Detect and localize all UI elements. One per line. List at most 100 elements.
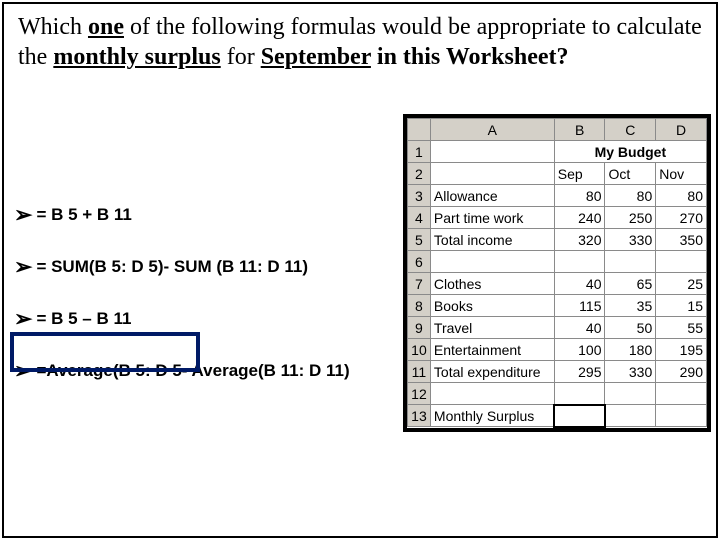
cell: 55 <box>656 317 707 339</box>
cell: Nov <box>656 163 707 185</box>
cell <box>605 383 656 405</box>
selected-cell[interactable] <box>554 405 605 427</box>
cell: 250 <box>605 207 656 229</box>
table-row: 8 Books 115 35 15 <box>408 295 707 317</box>
cell: Part time work <box>430 207 554 229</box>
cell: Clothes <box>430 273 554 295</box>
col-header-A: A <box>430 119 554 141</box>
row-header: 12 <box>408 383 431 405</box>
cell: Total expenditure <box>430 361 554 383</box>
budget-title: My Budget <box>554 141 706 163</box>
cell: Entertainment <box>430 339 554 361</box>
question-september: September <box>261 44 371 70</box>
cell <box>430 251 554 273</box>
table-row: 1 My Budget <box>408 141 707 163</box>
cell: 40 <box>554 273 605 295</box>
cell: Books <box>430 295 554 317</box>
option-c[interactable]: ➢ = B 5 – B 11 <box>14 308 394 330</box>
table-row: 6 <box>408 251 707 273</box>
cell: 320 <box>554 229 605 251</box>
cell: 270 <box>656 207 707 229</box>
column-header-row: A B C D <box>408 119 707 141</box>
question-text: Which one of the following formulas woul… <box>4 4 716 72</box>
spreadsheet-container: A B C D 1 My Budget 2 Sep Oct Nov 3 Allo… <box>403 114 711 432</box>
question-one: one <box>88 14 124 40</box>
option-a-text: = B 5 + B 11 <box>36 205 131 225</box>
cell <box>605 251 656 273</box>
bullet-arrow-icon: ➢ <box>14 308 32 330</box>
cell: 240 <box>554 207 605 229</box>
row-header: 6 <box>408 251 431 273</box>
option-b-text: = SUM(B 5: D 5)- SUM (B 11: D 11) <box>36 257 308 277</box>
row-header: 9 <box>408 317 431 339</box>
cell <box>430 163 554 185</box>
cell <box>605 405 656 427</box>
answer-options: ➢ = B 5 + B 11 ➢ = SUM(B 5: D 5)- SUM (B… <box>14 204 394 412</box>
cell: 80 <box>656 185 707 207</box>
col-header-C: C <box>605 119 656 141</box>
row-header: 5 <box>408 229 431 251</box>
row-header: 4 <box>408 207 431 229</box>
table-row: 10 Entertainment 100 180 195 <box>408 339 707 361</box>
corner-cell <box>408 119 431 141</box>
cell: 195 <box>656 339 707 361</box>
cell <box>656 251 707 273</box>
cell: Monthly Surplus <box>430 405 554 427</box>
cell: 40 <box>554 317 605 339</box>
cell: 65 <box>605 273 656 295</box>
table-row: 4 Part time work 240 250 270 <box>408 207 707 229</box>
cell: 115 <box>554 295 605 317</box>
col-header-B: B <box>554 119 605 141</box>
option-a[interactable]: ➢ = B 5 + B 11 <box>14 204 394 226</box>
question-prefix: Which <box>18 14 88 40</box>
row-header: 11 <box>408 361 431 383</box>
cell: Sep <box>554 163 605 185</box>
table-row: 2 Sep Oct Nov <box>408 163 707 185</box>
cell <box>430 141 554 163</box>
cell: 100 <box>554 339 605 361</box>
row-header: 1 <box>408 141 431 163</box>
cell: 15 <box>656 295 707 317</box>
row-header: 7 <box>408 273 431 295</box>
bullet-arrow-icon: ➢ <box>14 204 32 226</box>
table-row: 12 <box>408 383 707 405</box>
spreadsheet: A B C D 1 My Budget 2 Sep Oct Nov 3 Allo… <box>407 118 707 428</box>
cell: Oct <box>605 163 656 185</box>
table-row: 11 Total expenditure 295 330 290 <box>408 361 707 383</box>
cell: 80 <box>605 185 656 207</box>
row-header: 13 <box>408 405 431 427</box>
col-header-D: D <box>656 119 707 141</box>
cell: 35 <box>605 295 656 317</box>
cell: 25 <box>656 273 707 295</box>
row-header: 3 <box>408 185 431 207</box>
option-c-text: = B 5 – B 11 <box>36 309 131 329</box>
cell <box>430 383 554 405</box>
table-row: 13 Monthly Surplus <box>408 405 707 427</box>
table-row: 5 Total income 320 330 350 <box>408 229 707 251</box>
cell <box>656 383 707 405</box>
cell: 50 <box>605 317 656 339</box>
cell: 350 <box>656 229 707 251</box>
cell: Travel <box>430 317 554 339</box>
correct-answer-box <box>10 332 200 372</box>
question-monthly-surplus: monthly surplus <box>53 44 220 70</box>
row-header: 10 <box>408 339 431 361</box>
cell: 330 <box>605 361 656 383</box>
cell: Allowance <box>430 185 554 207</box>
question-mid2: for <box>221 44 261 70</box>
cell <box>554 383 605 405</box>
option-b[interactable]: ➢ = SUM(B 5: D 5)- SUM (B 11: D 11) <box>14 256 394 278</box>
cell: 180 <box>605 339 656 361</box>
cell: 295 <box>554 361 605 383</box>
cell <box>656 405 707 427</box>
question-suffix: in this Worksheet? <box>371 44 569 70</box>
row-header: 2 <box>408 163 431 185</box>
bullet-arrow-icon: ➢ <box>14 256 32 278</box>
slide-frame: Which one of the following formulas woul… <box>2 2 718 538</box>
table-row: 9 Travel 40 50 55 <box>408 317 707 339</box>
cell: 80 <box>554 185 605 207</box>
row-header: 8 <box>408 295 431 317</box>
cell: Total income <box>430 229 554 251</box>
cell: 290 <box>656 361 707 383</box>
cell: 330 <box>605 229 656 251</box>
